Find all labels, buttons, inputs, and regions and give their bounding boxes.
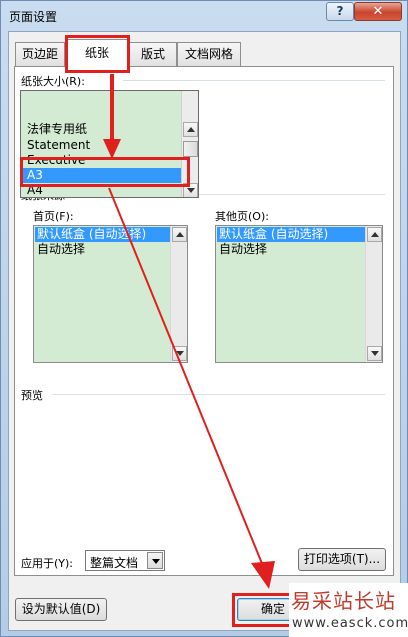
list-item[interactable]: 默认纸盒 (自动选择): [217, 227, 365, 242]
list-item[interactable]: 自动选择: [35, 242, 170, 257]
dropdown-item-a4[interactable]: A4: [21, 183, 181, 197]
help-button[interactable]: ?: [326, 2, 354, 21]
print-options-button[interactable]: 打印选项(T)...: [298, 548, 386, 571]
scrollbar[interactable]: [365, 226, 382, 362]
scroll-down-icon[interactable]: [367, 346, 382, 361]
scroll-thumb[interactable]: [183, 141, 198, 157]
watermark-url: www.easck.com: [292, 616, 408, 631]
set-default-button[interactable]: 设为默认值(D): [15, 598, 107, 621]
tab-document-grid[interactable]: 文档网格: [177, 42, 241, 66]
scroll-up-icon[interactable]: [367, 227, 382, 242]
dropdown-item-a3[interactable]: A3: [21, 168, 181, 183]
scroll-down-icon[interactable]: [183, 183, 198, 197]
apply-to-value: 整篇文档: [90, 556, 139, 570]
chevron-down-icon[interactable]: [147, 552, 163, 569]
list-item[interactable]: 默认纸盒 (自动选择): [35, 227, 170, 242]
tab-margins[interactable]: 页边距: [15, 42, 65, 66]
tab-layout[interactable]: 版式: [129, 42, 177, 66]
page-setup-dialog: 页面设置 ? ✕ 页边距 纸张 版式 文档网格 纸张大小(R): A4 纸张来源…: [0, 0, 408, 637]
first-page-listbox[interactable]: 默认纸盒 (自动选择) 自动选择: [33, 225, 188, 363]
dropdown-scrollbar[interactable]: [181, 91, 198, 197]
first-page-label: 首页(F):: [33, 210, 74, 223]
dropdown-item-legal[interactable]: 法律专用纸: [21, 122, 181, 137]
list-item[interactable]: 自动选择: [217, 242, 365, 257]
preview-separator: [53, 394, 385, 395]
dropdown-item-executive[interactable]: Executive: [21, 153, 181, 168]
apply-to-combobox[interactable]: 整篇文档: [85, 550, 165, 571]
title-bar[interactable]: 页面设置 ? ✕: [1, 1, 407, 31]
dropdown-item-statement[interactable]: Statement: [21, 138, 181, 153]
apply-to-label: 应用于(Y):: [21, 557, 74, 570]
window-title: 页面设置: [9, 10, 58, 24]
scrollbar[interactable]: [170, 226, 187, 362]
paper-size-label: 纸张大小(R):: [21, 75, 85, 88]
preview-label: 预览: [21, 389, 43, 402]
other-pages-listbox[interactable]: 默认纸盒 (自动选择) 自动选择: [215, 225, 383, 363]
scroll-up-icon[interactable]: [172, 227, 187, 242]
paper-size-separator: [123, 80, 385, 81]
scroll-down-icon[interactable]: [172, 346, 187, 361]
site-watermark: 易采站长站 www.easck.com: [289, 583, 408, 637]
scroll-up-icon[interactable]: [183, 122, 198, 137]
tab-paper[interactable]: 纸张: [65, 39, 129, 67]
watermark-title: 易采站长站: [291, 589, 396, 613]
paper-size-dropdown-list[interactable]: 法律专用纸 Statement Executive A3 A4: [20, 90, 199, 198]
close-button[interactable]: ✕: [354, 2, 402, 21]
other-pages-label: 其他页(O):: [215, 210, 269, 223]
